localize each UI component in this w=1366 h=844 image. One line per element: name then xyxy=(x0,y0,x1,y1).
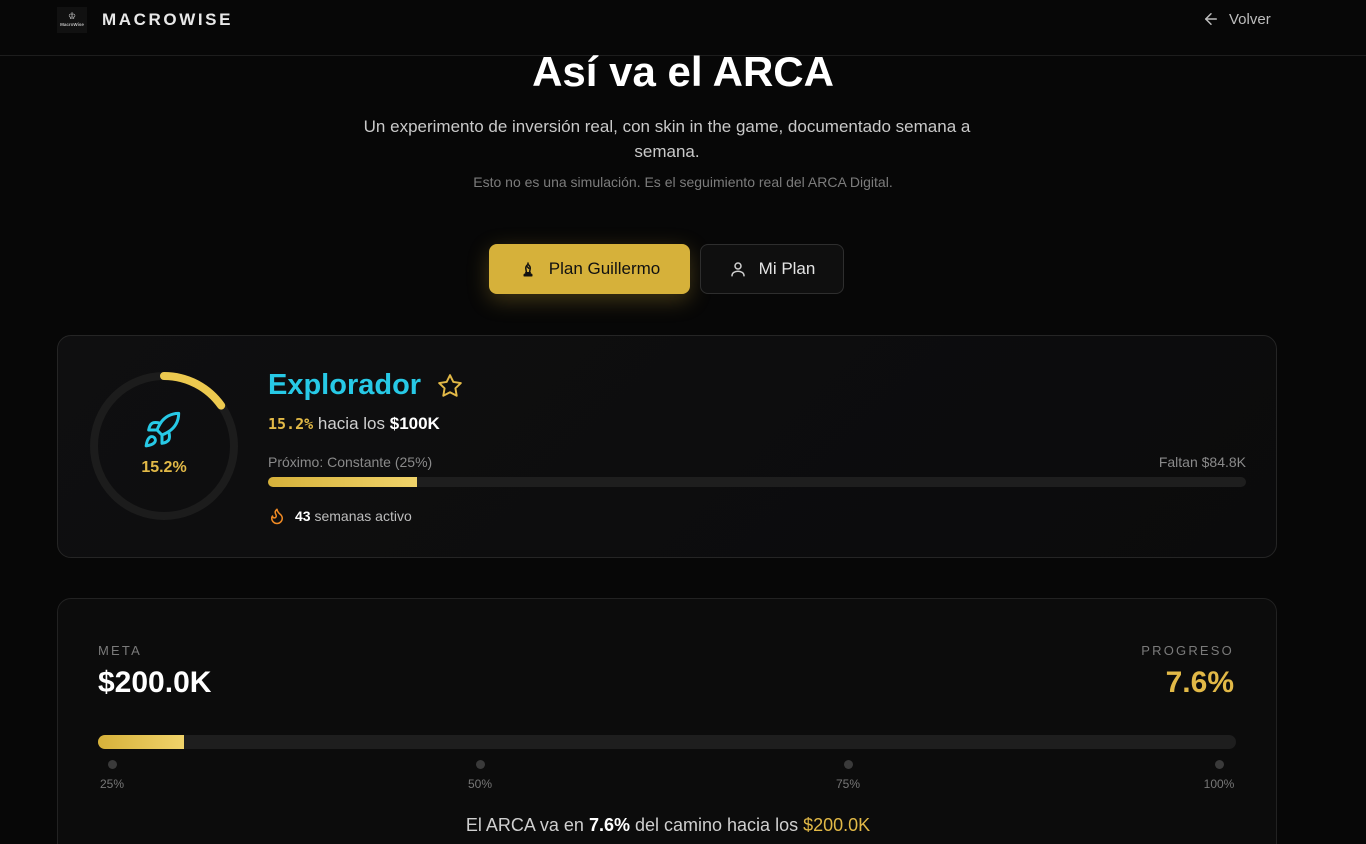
arrow-left-icon xyxy=(1205,13,1217,25)
summary-middle: del camino hacia los xyxy=(634,815,799,835)
remaining-amount: Faltan $84.8K xyxy=(1158,454,1246,470)
goal-progress-fill xyxy=(98,735,185,749)
goal-card: META $200.0K PROGRESO 7.6% 25% 50% 75% 1… xyxy=(57,598,1277,844)
milestone-label: 50% xyxy=(467,777,493,791)
level-target: $100K xyxy=(389,414,440,433)
milestone-dot xyxy=(843,760,853,769)
milestone-dot xyxy=(1214,760,1224,769)
page-note: Esto no es una simulación. Es el seguimi… xyxy=(473,174,893,190)
milestone-dot xyxy=(107,760,117,769)
summary-prefix: El ARCA va en xyxy=(465,815,584,835)
streak-weeks: 43 xyxy=(295,508,311,524)
mi-plan-button[interactable]: Mi Plan xyxy=(700,244,844,294)
mi-plan-label: Mi Plan xyxy=(758,259,816,278)
streak: 43 semanas activo xyxy=(268,507,412,525)
progress-summary: El ARCA va en 7.6% del camino hacia los … xyxy=(58,815,1278,836)
next-level-label: Próximo: Constante (25%) xyxy=(268,454,433,470)
goal-progress-bar xyxy=(98,735,1236,749)
streak-suffix: semanas activo xyxy=(314,508,412,524)
milestone-75: 75% xyxy=(818,760,878,791)
chess-bishop-icon xyxy=(523,262,533,277)
milestone-dot xyxy=(475,760,485,769)
progress-value: 7.6% xyxy=(1165,666,1234,699)
milestone-label: 75% xyxy=(835,777,861,791)
plan-guillermo-button[interactable]: Plan Guillermo xyxy=(489,244,690,294)
brand-name[interactable]: MACROWISE xyxy=(102,10,233,30)
level-progress-fill xyxy=(268,477,417,487)
summary-percent: 7.6% xyxy=(588,815,630,835)
milestone-100: 100% xyxy=(1189,760,1249,791)
logo-icon[interactable]: ♔ MacroWise xyxy=(57,7,87,33)
page-subtitle: Un experimento de inversión real, con sk… xyxy=(363,117,971,161)
star-icon xyxy=(438,374,462,397)
level-name: Explorador xyxy=(268,369,422,401)
back-label: Volver xyxy=(1229,10,1271,28)
flame-icon xyxy=(271,508,283,525)
goal-label: META xyxy=(98,643,142,658)
summary-target: $200.0K xyxy=(803,815,871,835)
plan-guillermo-label: Plan Guillermo xyxy=(548,259,661,278)
level-card: 15.2% Explorador 15.2% hacia los $100K P… xyxy=(57,335,1277,558)
progress-label: PROGRESO xyxy=(1141,643,1234,658)
level-percent: 15.2% xyxy=(268,415,314,433)
milestone-label: 25% xyxy=(99,777,125,791)
milestone-25: 25% xyxy=(82,760,142,791)
back-button[interactable]: Volver xyxy=(1202,10,1271,28)
milestone-label: 100% xyxy=(1203,777,1235,791)
user-icon xyxy=(730,262,745,277)
ring-percent: 15.2% xyxy=(141,459,187,476)
milestone-50: 50% xyxy=(450,760,510,791)
page-title: Así va el ARCA xyxy=(532,48,834,95)
level-toward-text: hacia los xyxy=(317,414,385,433)
level-progress-line: 15.2% hacia los $100K xyxy=(268,414,440,434)
rocket-icon xyxy=(144,411,181,448)
level-progress-bar xyxy=(268,477,1246,487)
goal-value: $200.0K xyxy=(98,666,212,699)
